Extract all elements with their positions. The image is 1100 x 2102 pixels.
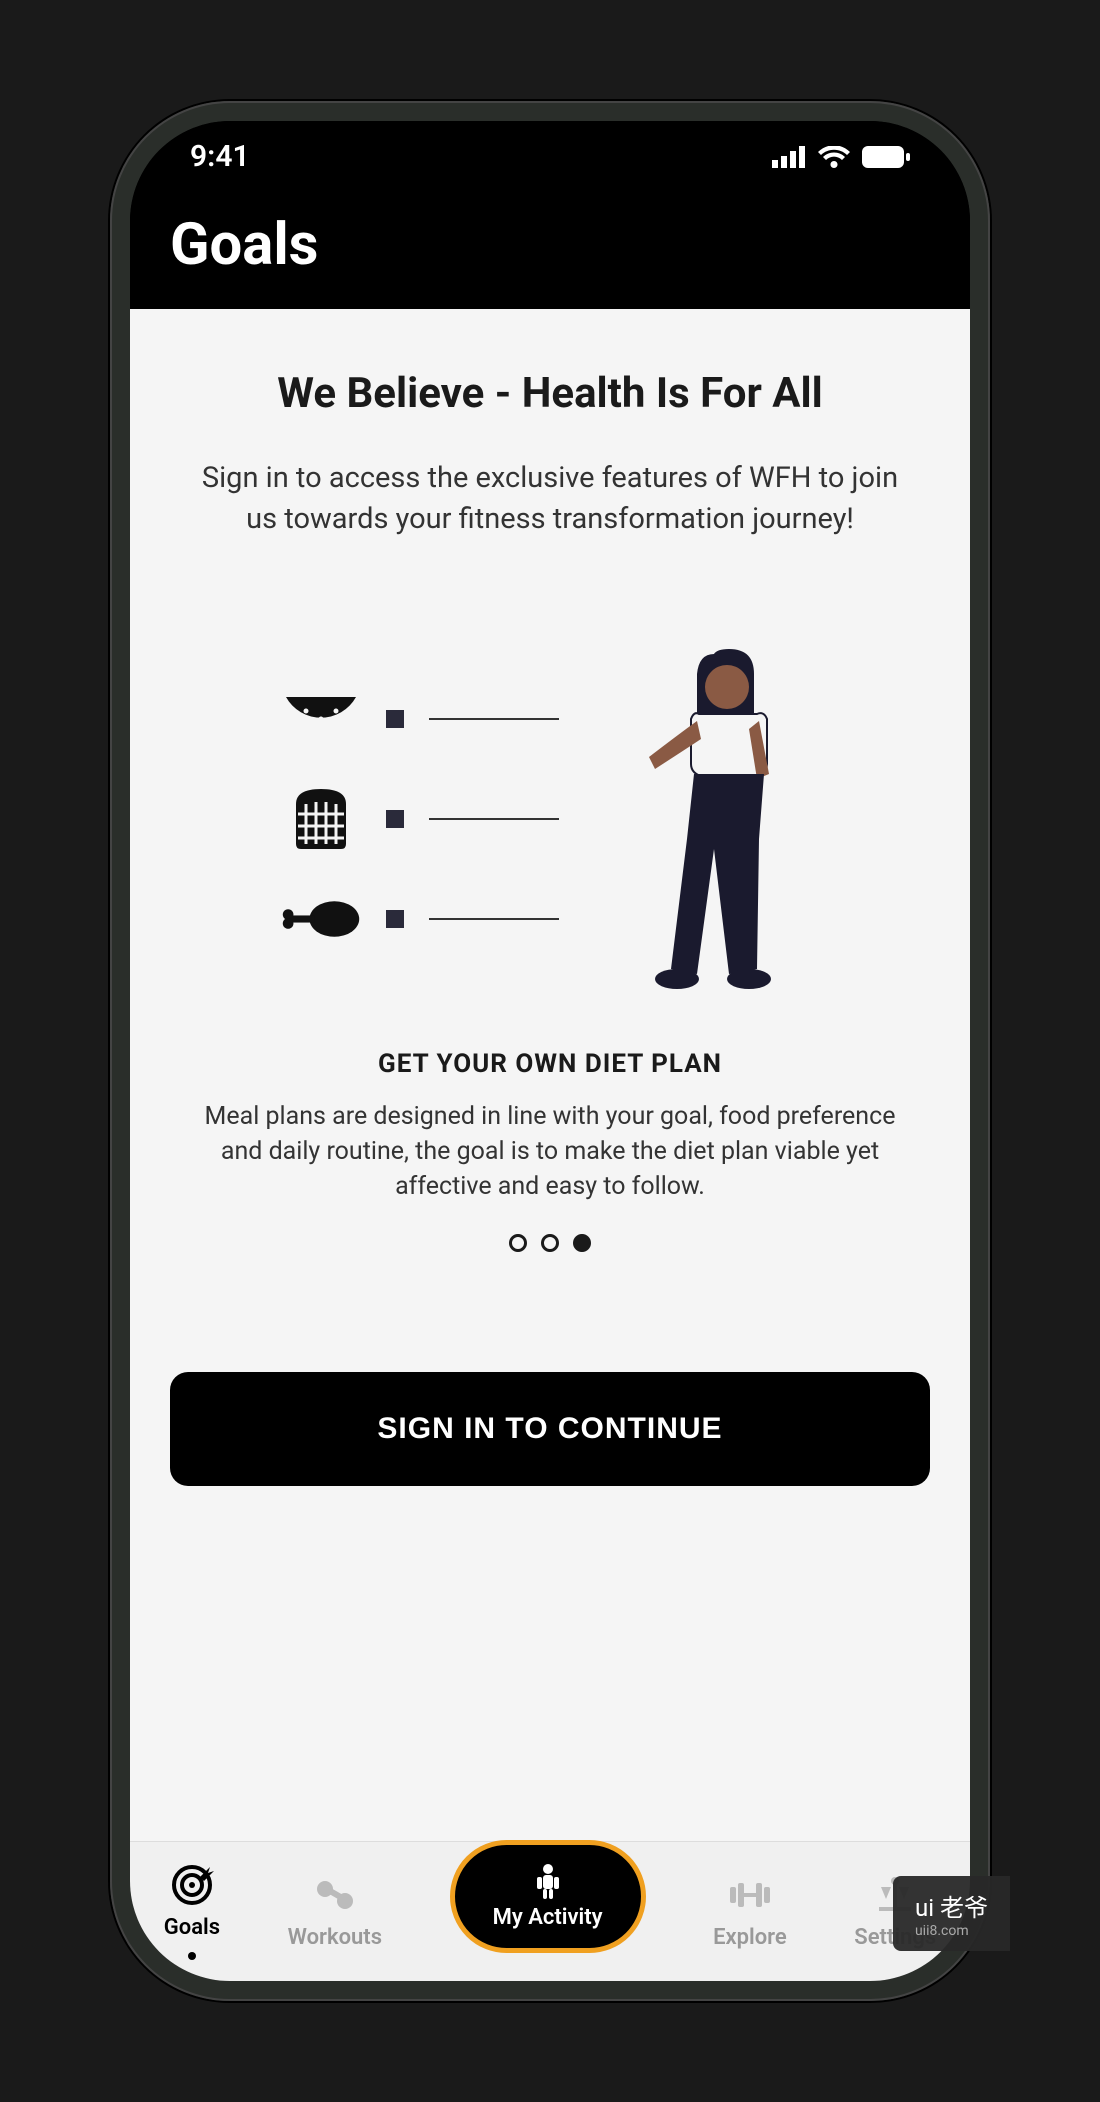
tab-my-activity[interactable]: My Activity (450, 1840, 646, 1953)
card-title: GET YOUR OWN DIET PLAN (170, 1049, 930, 1079)
tab-goals[interactable]: Goals (164, 1863, 220, 1960)
watermark-brand: ui 老爷 (915, 1894, 988, 1922)
watermark-url: uii8.com (915, 1923, 988, 1939)
tab-label: Goals (164, 1915, 220, 1940)
tab-bar: Goals Workouts My Activity Explore Setti… (130, 1841, 970, 1981)
bullet-icon (386, 810, 404, 828)
content-area: We Believe - Health Is For All Sign in t… (130, 309, 970, 1859)
tab-label: My Activity (493, 1905, 603, 1930)
status-icons (772, 139, 910, 174)
bullet-icon (386, 710, 404, 728)
pagination-dot-3[interactable] (573, 1234, 591, 1252)
pagination-dot-2[interactable] (541, 1234, 559, 1252)
food-item-drumstick (281, 894, 559, 944)
food-list (281, 694, 559, 944)
tab-workouts[interactable]: Workouts (288, 1873, 382, 1950)
screen: 9:41 Goals We Believe - Health Is For Al… (130, 121, 970, 1981)
card-description: Meal plans are designed in line with you… (170, 1099, 930, 1204)
line-divider (429, 818, 559, 820)
phone-frame: 9:41 Goals We Believe - Health Is For Al… (110, 101, 990, 2001)
watermark-badge: ui 老爷 uii8.com (893, 1876, 1010, 1951)
bread-icon (281, 794, 361, 844)
tab-label: Workouts (288, 1925, 382, 1950)
barbell-icon (728, 1873, 772, 1917)
wifi-icon (818, 146, 850, 168)
dumbbell-icon (313, 1873, 357, 1917)
food-item-bread (281, 794, 559, 844)
pagination-dot-1[interactable] (509, 1234, 527, 1252)
active-indicator (188, 1952, 196, 1960)
headline: We Believe - Health Is For All (170, 369, 930, 418)
target-icon (170, 1863, 214, 1907)
watermelon-icon (281, 694, 361, 744)
status-time: 9:41 (190, 139, 250, 174)
food-item-watermelon (281, 694, 559, 744)
page-title: Goals (170, 211, 930, 279)
person-illustration (619, 639, 819, 999)
drumstick-icon (281, 894, 361, 944)
diet-illustration (170, 639, 930, 999)
signal-icon (772, 146, 806, 168)
pagination-dots[interactable] (170, 1234, 930, 1252)
sign-in-button[interactable]: SIGN IN TO CONTINUE (170, 1372, 930, 1486)
device-notch (360, 121, 740, 177)
line-divider (429, 718, 559, 720)
person-icon (533, 1863, 563, 1899)
tab-explore[interactable]: Explore (713, 1873, 787, 1950)
battery-icon (862, 146, 910, 168)
bullet-icon (386, 910, 404, 928)
line-divider (429, 918, 559, 920)
subheadline: Sign in to access the exclusive features… (170, 458, 930, 539)
tab-label: Explore (713, 1925, 787, 1950)
